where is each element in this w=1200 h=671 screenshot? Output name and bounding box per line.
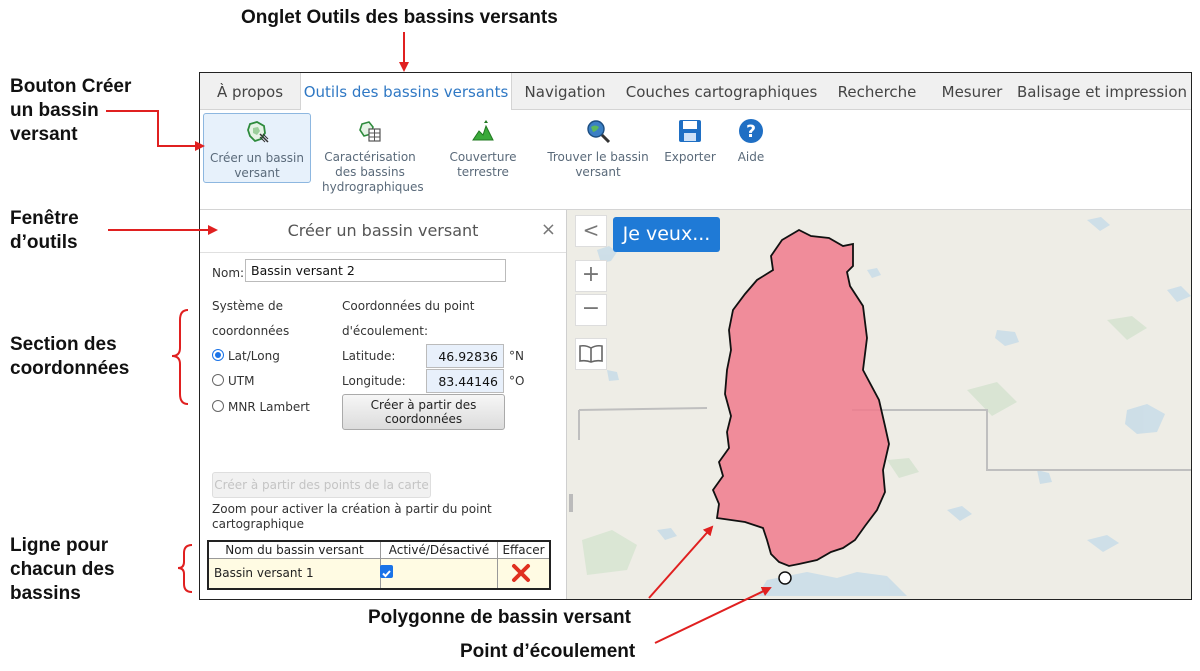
tool-panel: Créer un bassin versant × Nom: Système d… <box>200 210 567 599</box>
map-view[interactable]: < + − Je veux... <box>567 210 1191 599</box>
coord-system-label-1: Système de <box>212 299 283 313</box>
annotation-create-button: Bouton Créer un bassin versant <box>10 76 132 145</box>
coord-system-label-2: coordonnées <box>212 324 290 338</box>
app-window: À propos Outils des bassins versants Nav… <box>199 72 1192 600</box>
basemap <box>567 210 1191 599</box>
header-name: Nom du bassin versant <box>209 542 380 559</box>
zoom-out-button[interactable]: − <box>575 294 607 326</box>
active-checkbox[interactable] <box>380 565 393 578</box>
longitude-unit: °O <box>509 374 525 388</box>
tab-watershed-tools[interactable]: Outils des bassins versants <box>300 73 512 110</box>
land-cover-button[interactable]: Couverture terrestre <box>438 113 528 181</box>
land-cover-label-2: terrestre <box>457 165 509 179</box>
table-row-name: Bassin versant 1 <box>214 566 314 580</box>
characterization-icon <box>359 121 381 142</box>
panel-title: Créer un bassin versant <box>200 210 566 253</box>
create-watershed-icon <box>247 121 269 143</box>
find-watershed-icon <box>587 120 611 144</box>
help-button[interactable]: ? Aide <box>726 113 776 165</box>
name-label: Nom: <box>212 266 245 280</box>
tab-bar: À propos Outils des bassins versants Nav… <box>200 73 1191 110</box>
tab-markup-print[interactable]: Balisage et impression <box>1013 73 1191 109</box>
characterization-label-2: des bassins <box>335 165 405 179</box>
zoom-note-1: Zoom pour activer la création à partir d… <box>212 502 492 516</box>
help-icon: ? <box>739 119 763 143</box>
tab-search[interactable]: Recherche <box>823 73 931 109</box>
annotation-coord-section: Section des coordonnées <box>10 334 130 379</box>
find-watershed-label-2: versant <box>575 165 621 179</box>
radio-utm-label: UTM <box>228 374 255 388</box>
radio-utm[interactable] <box>212 374 224 386</box>
characterization-label-3: hydrographiques <box>322 180 424 194</box>
outlet-point[interactable] <box>778 571 792 585</box>
characterization-label-1: Caractérisation <box>324 150 416 164</box>
header-delete: Effacer <box>498 542 549 559</box>
delete-icon[interactable] <box>511 563 531 583</box>
annotation-outlet: Point d’écoulement <box>460 641 636 662</box>
outlet-label-2: d'écoulement: <box>342 324 428 338</box>
legend-button[interactable] <box>575 338 607 370</box>
export-label: Exporter <box>664 150 716 164</box>
latitude-unit: °N <box>509 349 524 363</box>
tab-about[interactable]: À propos <box>200 73 300 109</box>
longitude-input[interactable] <box>426 369 504 393</box>
export-button[interactable]: Exporter <box>658 113 722 165</box>
watershed-table: Nom du bassin versant Activé/Désactivé E… <box>207 540 551 590</box>
tab-measure[interactable]: Mesurer <box>931 73 1013 109</box>
name-input[interactable] <box>245 259 506 282</box>
header-active: Activé/Désactivé <box>381 542 497 559</box>
annotation-tab-label: Onglet Outils des bassins versants <box>241 7 558 28</box>
outlet-label-1: Coordonnées du point <box>342 299 475 313</box>
annotation-tool-window: Fenêtre d’outils <box>10 208 79 253</box>
collapse-panel-button[interactable]: < <box>575 215 607 247</box>
zoom-note-2: cartographique <box>212 517 304 531</box>
create-from-coords-label-2: coordonnées <box>384 412 463 426</box>
create-from-map-button[interactable]: Créer à partir des points de la carte <box>212 472 431 498</box>
zoom-in-button[interactable]: + <box>575 260 607 292</box>
radio-latlong-label: Lat/Long <box>228 349 280 363</box>
close-icon[interactable]: × <box>541 210 556 250</box>
radio-mnr-lambert-label: MNR Lambert <box>228 400 310 414</box>
find-watershed-label-1: Trouver le bassin <box>547 150 649 164</box>
radio-mnr-lambert[interactable] <box>212 400 224 412</box>
create-watershed-label-2: versant <box>234 166 280 180</box>
create-watershed-button[interactable]: Créer un bassin versant <box>203 113 311 183</box>
checkmark-icon <box>382 570 391 578</box>
land-cover-label-1: Couverture <box>449 150 517 164</box>
annotation-row-label: Ligne pour chacun des bassins <box>10 535 115 604</box>
radio-latlong[interactable] <box>212 349 224 361</box>
tab-navigation[interactable]: Navigation <box>510 73 620 109</box>
svg-text:?: ? <box>746 122 756 142</box>
latitude-label: Latitude: <box>342 349 396 363</box>
find-watershed-button[interactable]: Trouver le bassin versant <box>545 113 651 181</box>
create-from-coords-label-1: Créer à partir des <box>370 398 477 412</box>
tool-ribbon: Créer un bassin versant Caractérisation … <box>200 110 1191 210</box>
create-watershed-label-1: Créer un bassin <box>209 151 304 165</box>
i-want-button[interactable]: Je veux... <box>613 217 720 252</box>
land-cover-icon <box>472 120 494 141</box>
longitude-label: Longitude: <box>342 374 406 388</box>
help-label: Aide <box>737 150 765 164</box>
latitude-input[interactable] <box>426 344 504 368</box>
create-from-coords-button[interactable]: Créer à partir des coordonnées <box>342 394 505 430</box>
characterization-button[interactable]: Caractérisation des bassins hydrographiq… <box>320 113 424 203</box>
tab-map-layers[interactable]: Couches cartographiques <box>620 73 823 109</box>
annotation-polygon: Polygonne de bassin versant <box>368 607 631 628</box>
book-icon <box>579 344 603 363</box>
export-icon <box>679 120 701 142</box>
